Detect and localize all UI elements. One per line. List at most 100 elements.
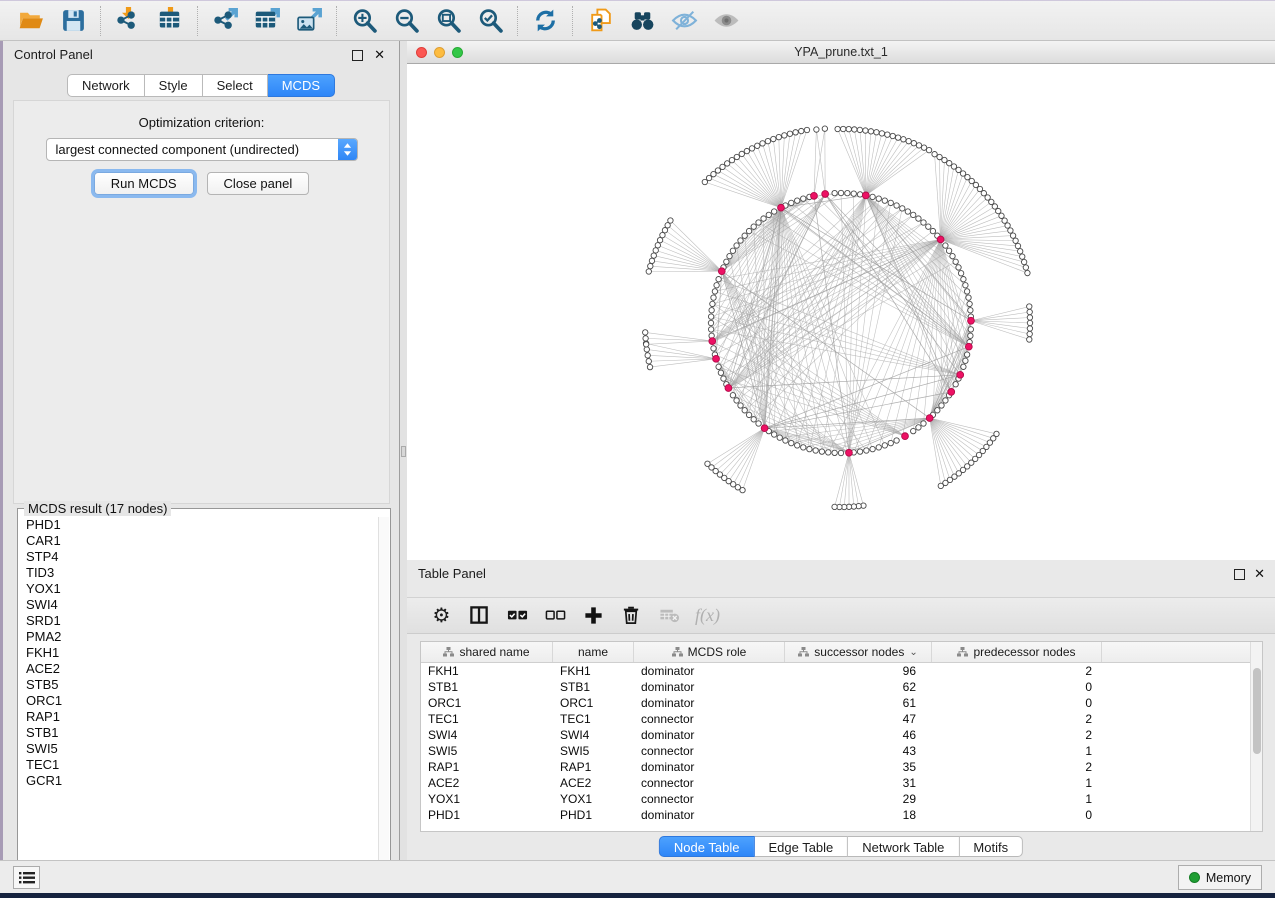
table-row[interactable]: FKH1FKH1dominator962 <box>421 663 1262 679</box>
tab-node-table[interactable]: Node Table <box>659 836 755 857</box>
table-cell: 35 <box>785 759 932 775</box>
mcds-node-item[interactable]: STB1 <box>19 725 379 741</box>
node-table: shared namenameMCDS rolesuccessor nodes⌄… <box>420 641 1263 832</box>
open-file-icon <box>18 7 45 34</box>
import-table-icon <box>157 7 184 34</box>
table-cell: 29 <box>785 791 932 807</box>
scrollbar-thumb[interactable] <box>1253 668 1261 754</box>
mcds-node-item[interactable]: PMA2 <box>19 629 379 645</box>
window-zoom-icon[interactable] <box>452 47 463 58</box>
table-row[interactable]: ORC1ORC1dominator610 <box>421 695 1262 711</box>
hide-selected-button[interactable] <box>663 4 705 38</box>
import-network-button[interactable] <box>107 4 149 38</box>
mcds-node-item[interactable]: STP4 <box>19 549 379 565</box>
mcds-node-item[interactable]: ORC1 <box>19 693 379 709</box>
create-column-button[interactable] <box>577 602 610 630</box>
table-row[interactable]: ACE2ACE2connector311 <box>421 775 1262 791</box>
tab-edge-table[interactable]: Edge Table <box>754 836 848 857</box>
memory-button[interactable]: Memory <box>1178 865 1262 890</box>
network-canvas[interactable] <box>407 64 1275 560</box>
table-row[interactable]: TEC1TEC1connector472 <box>421 711 1262 727</box>
close-table-panel-icon[interactable]: ✕ <box>1254 566 1265 582</box>
float-table-panel-icon[interactable] <box>1234 569 1245 580</box>
splitter-handle-icon[interactable] <box>401 446 406 457</box>
window-close-icon[interactable] <box>416 47 427 58</box>
tab-network-table[interactable]: Network Table <box>848 836 959 857</box>
panel-splitter[interactable] <box>400 41 407 860</box>
mcds-node-item[interactable]: FKH1 <box>19 645 379 661</box>
table-cell: STB1 <box>553 679 634 695</box>
mcds-node-item[interactable]: SWI5 <box>19 741 379 757</box>
table-row[interactable]: RAP1RAP1dominator352 <box>421 759 1262 775</box>
close-panel-button[interactable]: Close panel <box>207 172 310 195</box>
table-cell: dominator <box>634 695 785 711</box>
table-scrollbar[interactable] <box>1250 642 1262 831</box>
mcds-node-item[interactable]: PHD1 <box>19 517 379 533</box>
table-cell: 46 <box>785 727 932 743</box>
refresh-view-button[interactable] <box>524 4 566 38</box>
mcds-node-item[interactable]: TEC1 <box>19 757 379 773</box>
export-network-button[interactable] <box>204 4 246 38</box>
column-header-shared-name[interactable]: shared name <box>421 642 553 662</box>
run-mcds-button[interactable]: Run MCDS <box>94 172 194 195</box>
open-file-button[interactable] <box>10 4 52 38</box>
table-cell: ORC1 <box>421 695 553 711</box>
mcds-node-item[interactable]: TID3 <box>19 565 379 581</box>
float-panel-icon[interactable] <box>352 50 363 61</box>
table-row[interactable]: PHD1PHD1dominator180 <box>421 807 1262 823</box>
select-all-button[interactable] <box>501 602 534 630</box>
column-header-mcds-role[interactable]: MCDS role <box>634 642 785 662</box>
import-table-button[interactable] <box>149 4 191 38</box>
mcds-node-item[interactable]: STB5 <box>19 677 379 693</box>
column-header-name[interactable]: name <box>553 642 634 662</box>
tab-mcds[interactable]: MCDS <box>268 74 335 97</box>
sort-caret-icon: ⌄ <box>909 647 917 658</box>
mcds-node-item[interactable]: SRD1 <box>19 613 379 629</box>
create-column-icon <box>583 605 604 626</box>
task-history-button[interactable] <box>13 866 40 889</box>
mcds-node-item[interactable]: GCR1 <box>19 773 379 789</box>
column-header-successor-nodes[interactable]: successor nodes⌄ <box>785 642 932 662</box>
column-header-predecessor-nodes[interactable]: predecessor nodes <box>932 642 1102 662</box>
optimization-select[interactable]: largest connected component (undirected) <box>46 138 358 161</box>
show-all-button[interactable] <box>705 4 747 38</box>
export-table-button[interactable] <box>246 4 288 38</box>
table-cell: 1 <box>932 775 1102 791</box>
tab-select[interactable]: Select <box>203 74 268 97</box>
save-session-button[interactable] <box>52 4 94 38</box>
table-mode-gear-button[interactable]: ⚙ <box>425 602 458 630</box>
export-image-button[interactable] <box>288 4 330 38</box>
table-row[interactable]: SWI4SWI4dominator462 <box>421 727 1262 743</box>
delete-column-button[interactable] <box>615 602 648 630</box>
window-minimize-icon[interactable] <box>434 47 445 58</box>
mcds-node-item[interactable]: RAP1 <box>19 709 379 725</box>
tab-style[interactable]: Style <box>145 74 203 97</box>
mcds-node-item[interactable]: SWI4 <box>19 597 379 613</box>
zoom-selected-icon <box>477 7 504 34</box>
network-graph[interactable] <box>407 64 1275 560</box>
mcds-node-item[interactable]: CAR1 <box>19 533 379 549</box>
column-type-icon <box>957 647 968 657</box>
mcds-list-scrollbar[interactable] <box>378 517 389 873</box>
table-cell: 2 <box>932 727 1102 743</box>
first-neighbors-button[interactable] <box>621 4 663 38</box>
table-row[interactable]: SWI5SWI5connector431 <box>421 743 1262 759</box>
zoom-selected-button[interactable] <box>469 4 511 38</box>
memory-status-icon <box>1189 872 1200 883</box>
zoom-out-button[interactable] <box>385 4 427 38</box>
show-columns-button[interactable] <box>463 602 496 630</box>
deselect-all-button[interactable] <box>539 602 572 630</box>
close-panel-icon[interactable]: ✕ <box>374 47 385 63</box>
tab-motifs[interactable]: Motifs <box>959 836 1023 857</box>
table-cell: dominator <box>634 759 785 775</box>
network-titlebar[interactable]: YPA_prune.txt_1 <box>407 41 1275 64</box>
new-network-from-selection-button[interactable] <box>579 4 621 38</box>
mcds-node-item[interactable]: ACE2 <box>19 661 379 677</box>
mcds-node-item[interactable]: YOX1 <box>19 581 379 597</box>
table-row[interactable]: STB1STB1dominator620 <box>421 679 1262 695</box>
tab-network[interactable]: Network <box>67 74 145 97</box>
zoom-fit-button[interactable] <box>427 4 469 38</box>
table-cell: connector <box>634 775 785 791</box>
zoom-in-button[interactable] <box>343 4 385 38</box>
table-row[interactable]: YOX1YOX1connector291 <box>421 791 1262 807</box>
